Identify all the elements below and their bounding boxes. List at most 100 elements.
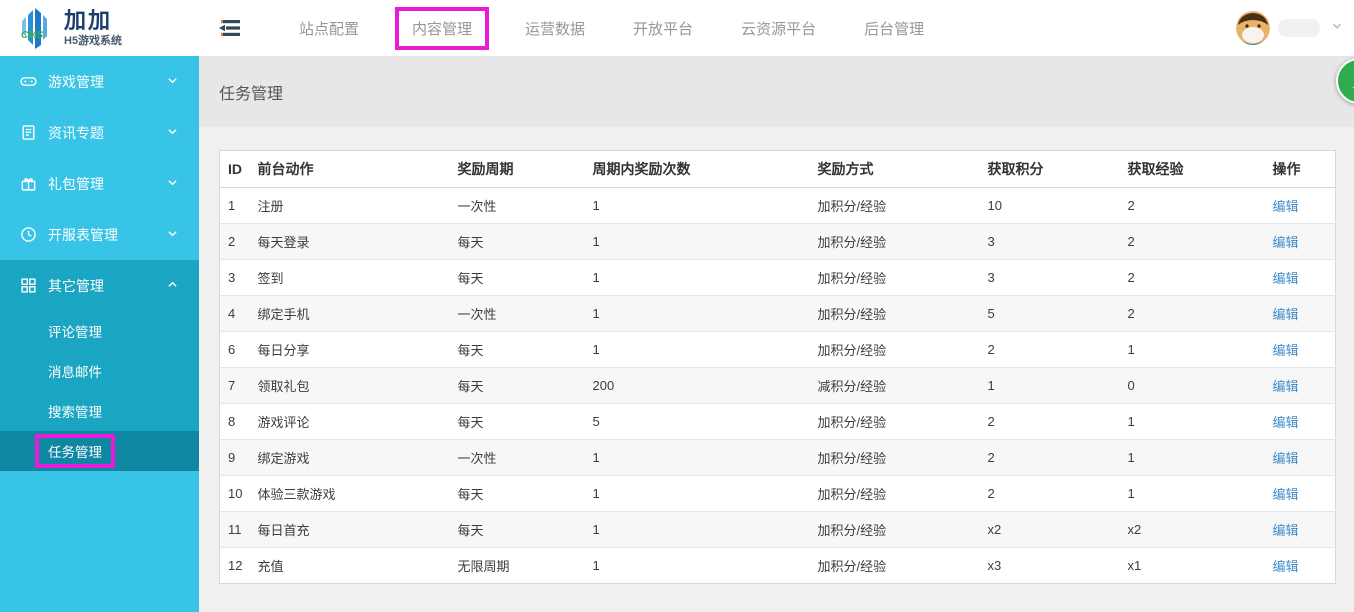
sidebar-item-label: 资讯专题 — [48, 123, 104, 143]
sidebar-item-0[interactable]: 游戏管理 — [0, 56, 199, 107]
grid-icon — [20, 277, 37, 294]
cell-operation: 编辑 — [1265, 404, 1336, 440]
cell-times: 1 — [585, 440, 810, 476]
chevron-down-icon — [166, 125, 179, 141]
cell-action: 每日首充 — [250, 512, 450, 548]
cell-id: 10 — [220, 476, 250, 512]
cell-times: 1 — [585, 548, 810, 584]
cell-action: 每天登录 — [250, 224, 450, 260]
user-menu[interactable] — [1236, 0, 1344, 56]
brand-badge: CMS — [21, 30, 44, 41]
table-body: 1注册一次性1加积分/经验102编辑2每天登录每天1加积分/经验32编辑3签到每… — [220, 188, 1336, 584]
sidebar-subitem-1[interactable]: 消息邮件 — [0, 351, 199, 391]
cell-operation: 编辑 — [1265, 440, 1336, 476]
edit-link[interactable]: 编辑 — [1273, 379, 1299, 394]
nav-item-5[interactable]: 后台管理 — [864, 18, 924, 39]
main-content: 任务管理 ID前台动作奖励周期周期内奖励次数奖励方式获取积分获取经验操作 1注册… — [199, 56, 1354, 612]
edit-link[interactable]: 编辑 — [1273, 523, 1299, 538]
cell-action: 领取礼包 — [250, 368, 450, 404]
edit-link[interactable]: 编辑 — [1273, 559, 1299, 574]
sidebar-item-4[interactable]: 其它管理 — [0, 260, 199, 311]
cell-points: 1 — [980, 368, 1120, 404]
edit-link[interactable]: 编辑 — [1273, 307, 1299, 322]
nav-item-4[interactable]: 云资源平台 — [741, 18, 816, 39]
cell-points: 2 — [980, 404, 1120, 440]
chevron-down-icon — [1330, 19, 1344, 38]
cell-mode: 加积分/经验 — [810, 440, 980, 476]
cell-action: 绑定游戏 — [250, 440, 450, 476]
nav-item-3[interactable]: 开放平台 — [633, 18, 693, 39]
sidebar-subitem-2[interactable]: 搜索管理 — [0, 391, 199, 431]
table-row: 3签到每天1加积分/经验32编辑 — [220, 260, 1336, 296]
edit-link[interactable]: 编辑 — [1273, 199, 1299, 214]
helper-icon — [1349, 71, 1354, 91]
column-header-3: 周期内奖励次数 — [585, 151, 810, 188]
cell-id: 1 — [220, 188, 250, 224]
cell-exp: 1 — [1120, 332, 1265, 368]
edit-link[interactable]: 编辑 — [1273, 451, 1299, 466]
cell-points: 3 — [980, 224, 1120, 260]
edit-link[interactable]: 编辑 — [1273, 271, 1299, 286]
sidebar-item-1[interactable]: 资讯专题 — [0, 107, 199, 158]
table-row: 11每日首充每天1加积分/经验x2x2编辑 — [220, 512, 1336, 548]
cell-action: 每日分享 — [250, 332, 450, 368]
column-header-7: 操作 — [1265, 151, 1336, 188]
cell-mode: 加积分/经验 — [810, 476, 980, 512]
username-redacted — [1278, 19, 1320, 37]
cell-times: 1 — [585, 296, 810, 332]
nav-item-0[interactable]: 站点配置 — [299, 18, 359, 39]
cell-times: 1 — [585, 512, 810, 548]
edit-link[interactable]: 编辑 — [1273, 235, 1299, 250]
cell-exp: 1 — [1120, 476, 1265, 512]
cell-times: 1 — [585, 188, 810, 224]
cell-exp: 1 — [1120, 404, 1265, 440]
table-header-row: ID前台动作奖励周期周期内奖励次数奖励方式获取积分获取经验操作 — [220, 151, 1336, 188]
cell-action: 绑定手机 — [250, 296, 450, 332]
column-header-4: 奖励方式 — [810, 151, 980, 188]
cell-mode: 加积分/经验 — [810, 404, 980, 440]
cell-action: 体验三款游戏 — [250, 476, 450, 512]
cell-id: 2 — [220, 224, 250, 260]
sidebar-toggle-icon[interactable] — [217, 17, 243, 39]
edit-link[interactable]: 编辑 — [1273, 415, 1299, 430]
cell-cycle: 无限周期 — [450, 548, 585, 584]
table-row: 1注册一次性1加积分/经验102编辑 — [220, 188, 1336, 224]
cell-mode: 加积分/经验 — [810, 512, 980, 548]
avatar[interactable] — [1236, 11, 1270, 45]
cell-mode: 加积分/经验 — [810, 224, 980, 260]
nav-item-1[interactable]: 内容管理 — [395, 7, 489, 50]
cell-points: 5 — [980, 296, 1120, 332]
sidebar-item-2[interactable]: 礼包管理 — [0, 158, 199, 209]
cell-cycle: 一次性 — [450, 296, 585, 332]
nav-item-2[interactable]: 运营数据 — [525, 18, 585, 39]
cell-operation: 编辑 — [1265, 548, 1336, 584]
cell-mode: 加积分/经验 — [810, 332, 980, 368]
sidebar-subitem-label: 消息邮件 — [48, 361, 102, 381]
table-row: 12充值无限周期1加积分/经验x3x1编辑 — [220, 548, 1336, 584]
brand-title: 加加 — [64, 9, 122, 33]
cell-points: 2 — [980, 476, 1120, 512]
brand-logo-icon: CMS — [12, 5, 58, 51]
sidebar-subitem-label: 搜索管理 — [48, 401, 102, 421]
table-row: 2每天登录每天1加积分/经验32编辑 — [220, 224, 1336, 260]
sidebar-item-3[interactable]: 开服表管理 — [0, 209, 199, 260]
sidebar-subitem-label: 评论管理 — [48, 321, 102, 341]
chevron-down-icon — [166, 227, 179, 243]
sidebar-subitem-0[interactable]: 评论管理 — [0, 311, 199, 351]
cell-exp: x1 — [1120, 548, 1265, 584]
column-header-6: 获取经验 — [1120, 151, 1265, 188]
cell-cycle: 每天 — [450, 512, 585, 548]
sidebar-subitem-label: 任务管理 — [35, 434, 115, 468]
edit-link[interactable]: 编辑 — [1273, 487, 1299, 502]
column-header-2: 奖励周期 — [450, 151, 585, 188]
cell-cycle: 每天 — [450, 224, 585, 260]
cell-action: 签到 — [250, 260, 450, 296]
cell-points: 2 — [980, 332, 1120, 368]
cell-action: 注册 — [250, 188, 450, 224]
sidebar-item-label: 开服表管理 — [48, 225, 118, 245]
cell-times: 1 — [585, 476, 810, 512]
cell-exp: 1 — [1120, 440, 1265, 476]
sidebar-subitem-3[interactable]: 任务管理 — [0, 431, 199, 471]
edit-link[interactable]: 编辑 — [1273, 343, 1299, 358]
cell-cycle: 每天 — [450, 260, 585, 296]
